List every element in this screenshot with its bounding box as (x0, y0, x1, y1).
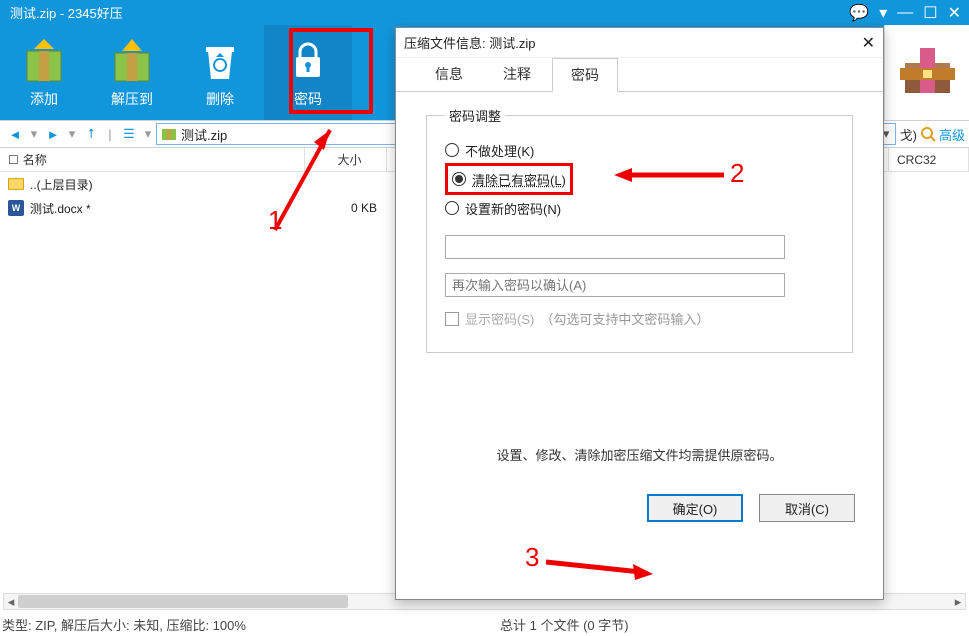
rar-icon (900, 48, 955, 98)
status-bar: 类型: ZIP, 解压后大小: 未知, 压缩比: 100% 总计 1 个文件 (… (0, 612, 969, 636)
radio-keep[interactable]: 不做处理(K) (445, 137, 834, 163)
row-name: ..(上层目录) (30, 176, 93, 193)
tab-comment[interactable]: 注释 (484, 57, 550, 91)
dialog-titlebar: 压缩文件信息: 测试.zip ✕ (396, 28, 883, 58)
dialog-tabs: 信息 注释 密码 (396, 58, 883, 92)
checkbox-show-password[interactable] (445, 312, 459, 326)
dialog-close-icon[interactable]: ✕ (862, 33, 875, 53)
extract-icon (102, 37, 162, 85)
close-icon[interactable]: ✕ (948, 3, 961, 23)
toolbar-add[interactable]: 添加 (0, 25, 88, 120)
col-size[interactable]: 大小 (305, 148, 387, 171)
scroll-right-icon[interactable]: ▸ (951, 594, 965, 609)
row-size: 0 KB (305, 201, 387, 215)
chat-icon[interactable]: 💬 (849, 3, 869, 23)
toolbar-password-label: 密码 (294, 89, 322, 109)
fieldset-legend: 密码调整 (445, 106, 505, 125)
scroll-thumb[interactable] (18, 595, 348, 608)
toolbar-extract-label: 解压到 (111, 89, 153, 109)
radio-set-label: 设置新的密码(N) (465, 199, 561, 218)
window-title: 测试.zip - 2345好压 (10, 3, 123, 22)
minimize-icon[interactable]: — (897, 4, 913, 22)
checkbox-hint: （勾选可支持中文密码输入） (540, 309, 709, 328)
annotation-box-clear: 清除已有密码(L) (445, 163, 573, 195)
toolbar-add-label: 添加 (30, 89, 58, 109)
lock-icon (278, 37, 338, 85)
rar-logo-area (884, 25, 969, 120)
tab-info[interactable]: 信息 (416, 57, 482, 91)
tab-password[interactable]: 密码 (552, 58, 618, 92)
dialog-note: 设置、修改、清除加密压缩文件均需提供原密码。 (396, 445, 883, 464)
search-icon[interactable] (920, 126, 936, 142)
archive-icon (161, 126, 177, 142)
ok-button[interactable]: 确定(O) (647, 494, 743, 522)
radio-set-new[interactable]: 设置新的密码(N) (445, 195, 834, 221)
col-crc[interactable]: CRC32 (889, 148, 969, 171)
radio-icon (452, 172, 466, 186)
col-name[interactable]: ☐名称 (0, 148, 305, 171)
advanced-link[interactable]: 高级 (939, 125, 965, 144)
titlebar: 测试.zip - 2345好压 💬 ▾ — ☐ ✕ (0, 0, 969, 25)
password-confirm-input[interactable] (445, 273, 785, 297)
maximize-icon[interactable]: ☐ (923, 3, 937, 23)
status-right: 总计 1 个文件 (0 字节) (500, 615, 629, 634)
back-icon[interactable]: ◄ (4, 124, 26, 144)
toolbar-extract[interactable]: 解压到 (88, 25, 176, 120)
row-name: 测试.docx * (30, 200, 91, 217)
password-input[interactable] (445, 235, 785, 259)
dropdown-icon[interactable]: ▾ (879, 3, 887, 23)
path-text: 测试.zip (181, 125, 227, 144)
list-icon[interactable]: ☰ (118, 124, 140, 144)
scroll-left-icon[interactable]: ◂ (4, 594, 18, 609)
word-icon: W (8, 200, 24, 216)
toolbar-password[interactable]: 密码 (264, 25, 352, 120)
dialog-title: 压缩文件信息: 测试.zip (404, 33, 535, 52)
toolbar-delete[interactable]: 删除 (176, 25, 264, 120)
radio-clear[interactable]: 清除已有密码(L) (452, 166, 566, 192)
checkbox-show-password-label: 显示密码(S) (465, 309, 534, 328)
toolbar-delete-label: 删除 (206, 89, 234, 109)
radio-icon (445, 143, 459, 157)
radio-icon (445, 201, 459, 215)
radio-keep-label: 不做处理(K) (465, 141, 534, 160)
cancel-button[interactable]: 取消(C) (759, 494, 855, 522)
path-right-text: 戈) (900, 125, 917, 144)
folder-icon (8, 178, 24, 190)
status-left: 类型: ZIP, 解压后大小: 未知, 压缩比: 100% (2, 615, 246, 634)
delete-icon (190, 37, 250, 85)
dialog-archive-info: 压缩文件信息: 测试.zip ✕ 信息 注释 密码 密码调整 不做处理(K) 清… (395, 27, 884, 600)
forward-icon[interactable]: ► (42, 124, 64, 144)
radio-clear-label: 清除已有密码(L) (472, 170, 566, 189)
add-icon (14, 37, 74, 85)
fieldset-password-adjust: 密码调整 不做处理(K) 清除已有密码(L) 设置新的密码(N) 显示密码(S)… (426, 106, 853, 353)
up-icon[interactable]: ⭡ (80, 124, 102, 144)
